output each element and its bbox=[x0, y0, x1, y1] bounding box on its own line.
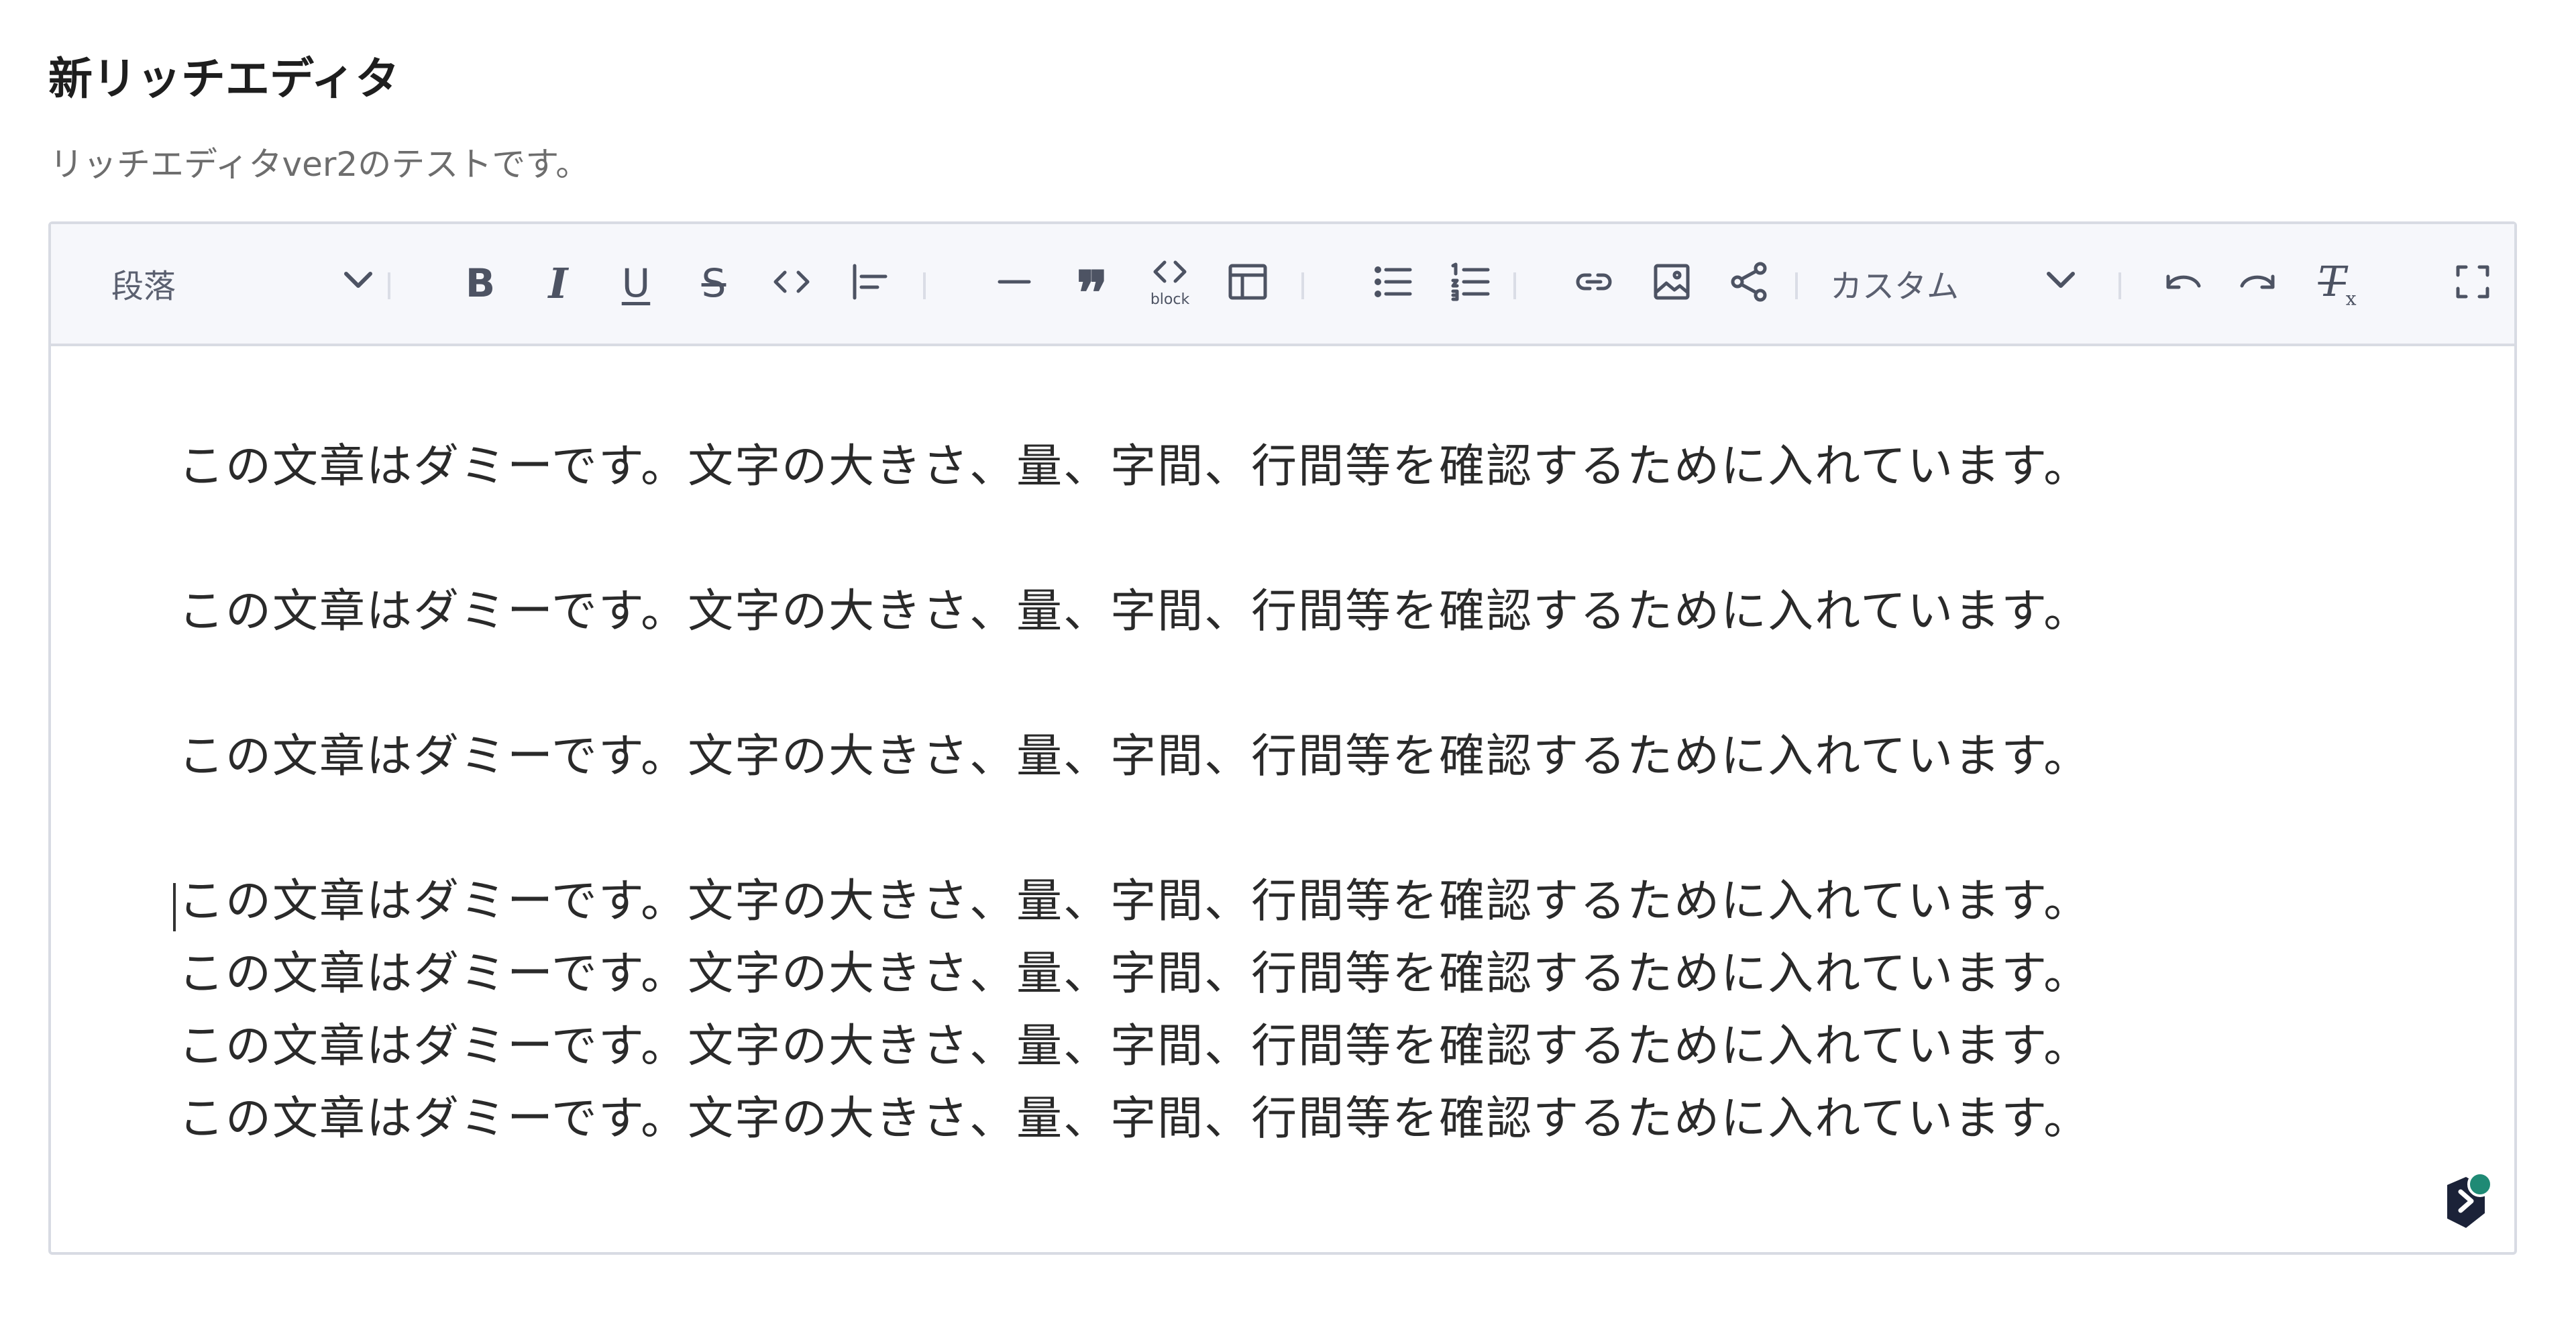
undo-button[interactable] bbox=[2148, 246, 2215, 320]
paragraph: この文章はダミーです。文字の大きさ、量、字間、行間等を確認するために入れています… bbox=[178, 875, 2091, 928]
image-icon bbox=[1648, 258, 1696, 309]
redo-button[interactable] bbox=[2226, 246, 2293, 320]
italic-button[interactable]: I bbox=[525, 246, 592, 320]
custom-select[interactable]: カスタム bbox=[1830, 246, 2082, 320]
rich-text-editor: 段落 B I U S ❞ block カスタム Tx この文章はダミーです。文字… bbox=[48, 221, 2517, 1255]
chevron-down-icon bbox=[2039, 258, 2082, 309]
horizontal-rule-icon bbox=[990, 258, 1038, 309]
assistant-button[interactable] bbox=[2427, 1165, 2501, 1239]
chevron-down-icon bbox=[337, 258, 380, 309]
share-icon bbox=[1725, 258, 1774, 309]
field-description: リッチエディタver2のテストです。 bbox=[50, 145, 590, 184]
assistant-icon bbox=[2427, 1177, 2501, 1241]
toolbar-separator bbox=[388, 272, 390, 299]
clear-format-label: T bbox=[2318, 256, 2346, 306]
fullscreen-icon bbox=[2449, 258, 2497, 309]
fullscreen-button[interactable] bbox=[2439, 246, 2506, 320]
table-icon bbox=[1224, 258, 1272, 309]
table-button[interactable] bbox=[1214, 246, 1281, 320]
strikethrough-button[interactable]: S bbox=[680, 246, 747, 320]
status-badge bbox=[2467, 1172, 2493, 1197]
code-block-label: block bbox=[1150, 291, 1190, 308]
horizontal-rule-button[interactable] bbox=[981, 246, 1048, 320]
field-title: 新リッチエディタ bbox=[48, 53, 400, 105]
paragraph: この文章はダミーです。文字の大きさ、量、字間、行間等を確認するために入れています… bbox=[178, 1020, 2091, 1073]
toolbar-separator bbox=[2118, 272, 2121, 299]
block-format-value: 段落 bbox=[111, 268, 176, 305]
editor-toolbar: 段落 B I U S ❞ block カスタム Tx bbox=[51, 224, 2514, 346]
link-button[interactable] bbox=[1560, 246, 1627, 320]
align-left-icon bbox=[845, 258, 894, 309]
paragraph: この文章はダミーです。文字の大きさ、量、字間、行間等を確認するために入れています… bbox=[178, 1092, 2091, 1145]
strikethrough-icon: S bbox=[701, 260, 727, 306]
clear-format-button[interactable]: Tx bbox=[2304, 246, 2371, 320]
text-caret bbox=[173, 883, 176, 931]
clear-format-sub: x bbox=[2345, 287, 2357, 310]
paragraph: この文章はダミーです。文字の大きさ、量、字間、行間等を確認するために入れています… bbox=[178, 585, 2091, 638]
image-button[interactable] bbox=[1638, 246, 1705, 320]
code-block-button[interactable]: block bbox=[1136, 246, 1203, 320]
toolbar-separator bbox=[1301, 272, 1304, 299]
italic-icon: I bbox=[548, 258, 568, 308]
toolbar-separator bbox=[1513, 272, 1516, 299]
numbered-list-icon bbox=[1446, 258, 1495, 309]
block-format-select[interactable]: 段落 bbox=[111, 246, 380, 320]
code-block-icon bbox=[1148, 258, 1191, 291]
blockquote-button[interactable]: ❞ bbox=[1059, 246, 1126, 327]
clear-format-icon: Tx bbox=[2318, 257, 2356, 309]
custom-select-value: カスタム bbox=[1830, 268, 1960, 305]
align-button[interactable] bbox=[836, 246, 903, 320]
bold-icon: B bbox=[465, 260, 496, 306]
paragraph: この文章はダミーです。文字の大きさ、量、字間、行間等を確認するために入れています… bbox=[178, 730, 2091, 783]
share-button[interactable] bbox=[1716, 246, 1783, 320]
undo-icon bbox=[2157, 258, 2206, 309]
bold-button[interactable]: B bbox=[447, 246, 514, 320]
paragraph: この文章はダミーです。文字の大きさ、量、字間、行間等を確認するために入れています… bbox=[178, 947, 2091, 1000]
paragraph: この文章はダミーです。文字の大きさ、量、字間、行間等を確認するために入れています… bbox=[178, 440, 2091, 493]
toolbar-separator bbox=[1795, 272, 1798, 299]
toolbar-separator bbox=[923, 272, 926, 299]
redo-icon bbox=[2235, 258, 2284, 309]
bulleted-list-icon bbox=[1368, 258, 1417, 309]
inline-code-icon bbox=[767, 258, 816, 309]
underline-button[interactable]: U bbox=[602, 246, 669, 320]
link-icon bbox=[1570, 258, 1618, 309]
bulleted-list-button[interactable] bbox=[1359, 246, 1426, 320]
inline-code-button[interactable] bbox=[758, 246, 825, 320]
quote-icon: ❞ bbox=[1076, 258, 1108, 327]
numbered-list-button[interactable] bbox=[1437, 246, 1504, 320]
editor-content[interactable]: この文章はダミーです。文字の大きさ、量、字間、行間等を確認するために入れています… bbox=[51, 346, 2514, 1252]
underline-icon: U bbox=[621, 260, 651, 306]
